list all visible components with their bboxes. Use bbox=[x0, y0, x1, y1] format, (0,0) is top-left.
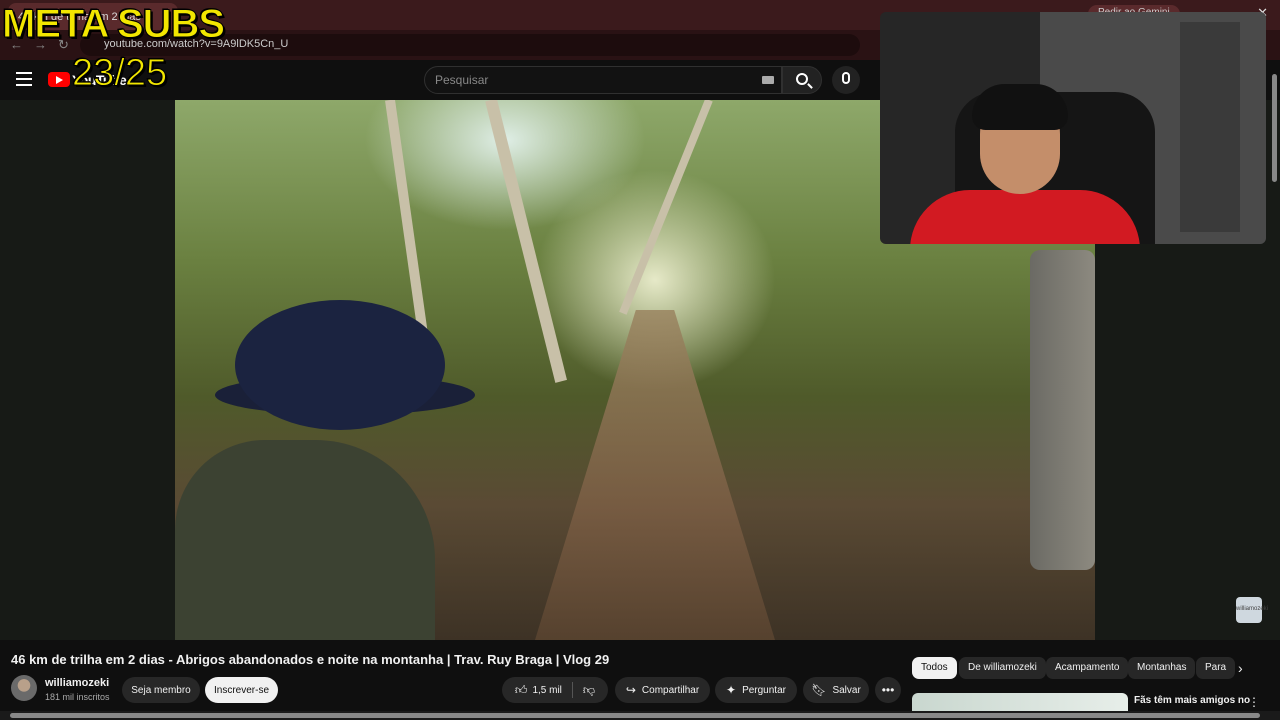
webcam-door bbox=[1180, 22, 1240, 232]
like-dislike-group: 👍︎ 1,5 mil 👎︎ bbox=[502, 677, 608, 703]
channel-subscribers: 181 mil inscritos bbox=[45, 692, 110, 702]
webcam-person-shirt bbox=[910, 190, 1140, 244]
screen: 46 km de trilha em 2 dias Pedir ao Gemin… bbox=[0, 0, 1280, 720]
more-horizontal-icon: ••• bbox=[881, 683, 895, 697]
chip-acampamento[interactable]: Acampamento bbox=[1046, 657, 1129, 679]
chip-para[interactable]: Para bbox=[1196, 657, 1236, 679]
channel-avatar[interactable] bbox=[11, 675, 37, 701]
search-placeholder: Pesquisar bbox=[435, 73, 489, 87]
chip-de-williamozeki[interactable]: De williamozeki bbox=[959, 657, 1046, 679]
sparkle-icon: ✦ bbox=[726, 683, 737, 697]
more-vertical-icon[interactable]: ⋮ bbox=[1248, 695, 1260, 709]
vertical-scroll-thumb[interactable] bbox=[1272, 74, 1277, 182]
share-button-label: Compartilhar bbox=[641, 684, 700, 696]
youtube-logo-icon[interactable] bbox=[48, 72, 70, 87]
share-button[interactable]: ↪ Compartilhar bbox=[615, 677, 710, 703]
thumbs-down-icon[interactable]: 👎︎ bbox=[583, 684, 595, 696]
channel-watermark-icon[interactable]: williamozeki bbox=[1236, 597, 1268, 623]
share-icon: ↪ bbox=[625, 683, 636, 697]
tree-trunk bbox=[619, 100, 713, 315]
more-actions-button[interactable]: ••• bbox=[875, 677, 901, 703]
recommendation-chips: Todos De williamozeki Acampamento Montan… bbox=[912, 657, 1262, 681]
hamburger-icon[interactable] bbox=[16, 72, 32, 86]
like-button[interactable]: 👍︎ 1,5 mil bbox=[515, 684, 562, 696]
save-button-label: Salvar bbox=[832, 684, 861, 696]
thumbs-up-icon: 👍︎ bbox=[514, 683, 528, 697]
recommended-video-title[interactable]: Fãs têm mais amigos no bbox=[1134, 695, 1250, 706]
channel-name[interactable]: williamozeki bbox=[45, 677, 109, 689]
search-input[interactable]: Pesquisar bbox=[424, 66, 782, 94]
rock-wall bbox=[1030, 250, 1095, 570]
vertical-scrollbar[interactable] bbox=[1270, 62, 1280, 710]
webcam-overlay bbox=[880, 12, 1266, 244]
webcam-person-hair bbox=[972, 84, 1068, 130]
chip-todos[interactable]: Todos bbox=[912, 657, 957, 679]
channel-watermark-label: williamozeki bbox=[1236, 606, 1269, 612]
video-title: 46 km de trilha em 2 dias - Abrigos aban… bbox=[11, 652, 610, 667]
video-info: 46 km de trilha em 2 dias - Abrigos aban… bbox=[0, 640, 1280, 720]
horizontal-scroll-thumb[interactable] bbox=[10, 713, 1260, 718]
horizontal-scrollbar[interactable] bbox=[0, 711, 1280, 720]
hiker-backpack bbox=[175, 440, 435, 640]
overlay-title: META SUBS bbox=[1, 2, 225, 47]
like-separator bbox=[571, 682, 573, 698]
join-button-label: Seja membro bbox=[131, 684, 191, 696]
overlay-counter: 23/25 bbox=[71, 52, 168, 95]
keyboard-icon[interactable] bbox=[762, 76, 774, 84]
ask-button-label: Perguntar bbox=[742, 684, 786, 696]
bookmark-icon: 🔖︎ bbox=[811, 683, 827, 697]
ask-button[interactable]: ✦ Perguntar bbox=[715, 677, 797, 703]
hiker-hat bbox=[235, 300, 445, 430]
tree-trunk bbox=[485, 100, 567, 383]
dirt-trail bbox=[535, 310, 775, 640]
voice-search-button[interactable] bbox=[832, 66, 860, 94]
search-button[interactable] bbox=[782, 66, 822, 94]
subscribe-button[interactable]: Inscrever-se bbox=[205, 677, 278, 703]
subscribe-button-label: Inscrever-se bbox=[213, 684, 269, 696]
save-button[interactable]: 🔖︎ Salvar bbox=[803, 677, 869, 703]
join-button[interactable]: Seja membro bbox=[122, 677, 200, 703]
chevron-right-icon[interactable]: › bbox=[1238, 660, 1243, 676]
like-count: 1,5 mil bbox=[532, 684, 562, 696]
microphone-icon bbox=[842, 72, 850, 84]
chip-montanhas[interactable]: Montanhas bbox=[1128, 657, 1196, 679]
search-icon bbox=[796, 73, 808, 85]
